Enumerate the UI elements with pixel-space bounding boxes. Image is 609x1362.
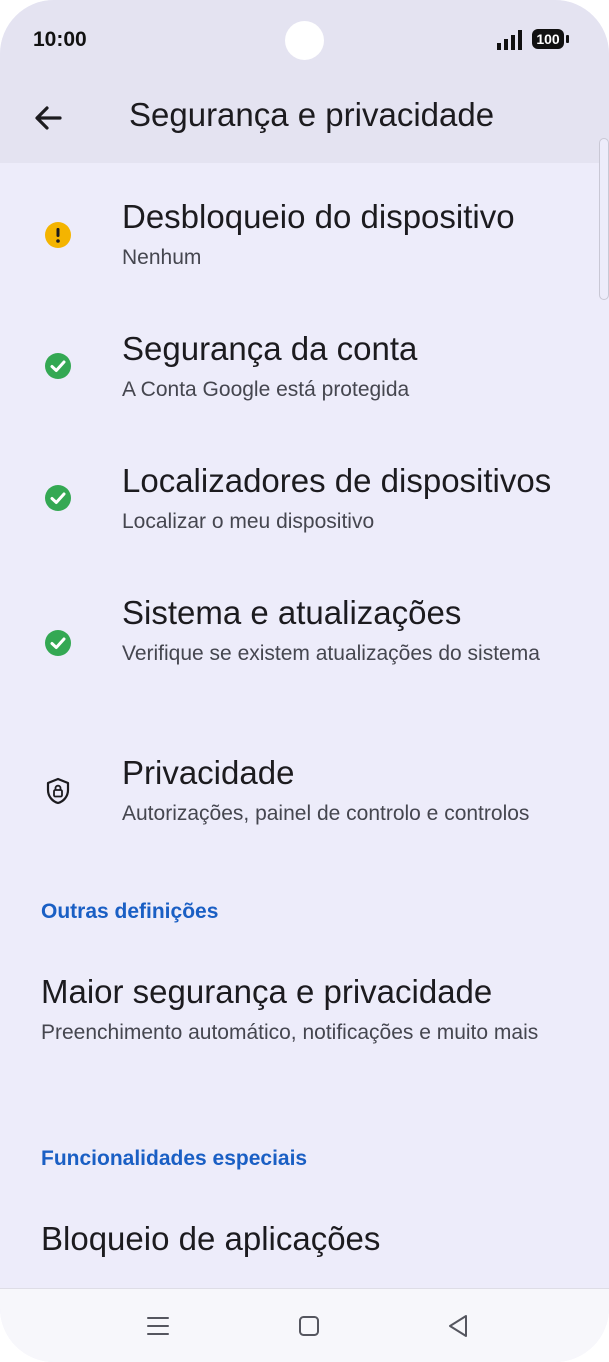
item-title: Desbloqueio do dispositivo	[122, 198, 515, 235]
list-item-account-security[interactable]: Segurança da conta A Conta Google está p…	[0, 325, 609, 435]
home-icon[interactable]	[294, 1311, 324, 1341]
item-title: Localizadores de dispositivos	[122, 462, 552, 499]
item-title: Sistema e atualizações	[122, 594, 462, 631]
back-triangle-icon[interactable]	[444, 1311, 474, 1341]
list-item-app-lock[interactable]: Bloqueio de aplicações	[0, 1212, 609, 1282]
check-icon	[45, 630, 71, 656]
list-item-privacy[interactable]: Privacidade Autorizações, painel de cont…	[0, 749, 609, 859]
app-bar: Segurança e privacidade	[0, 80, 609, 163]
check-icon	[45, 353, 71, 379]
phone-screen: 10:00 100 Segurança e privacidade Desblo…	[0, 0, 609, 1362]
list-item-system-updates[interactable]: Sistema e atualizações Verifique se exis…	[0, 589, 609, 719]
signal-icon	[497, 30, 522, 50]
battery-tip	[566, 35, 569, 43]
item-subtitle: Preenchimento automático, notificações e…	[41, 1021, 539, 1044]
list-item-device-unlock[interactable]: Desbloqueio do dispositivo Nenhum	[0, 193, 609, 303]
check-icon	[45, 485, 71, 511]
battery-icon: 100	[532, 29, 564, 49]
section-header-special-features: Funcionalidades especiais	[41, 1147, 308, 1170]
navigation-bar	[0, 1288, 609, 1362]
item-subtitle: Localizar o meu dispositivo	[122, 510, 375, 533]
battery-level: 100	[536, 31, 560, 47]
item-subtitle: A Conta Google está protegida	[122, 378, 410, 401]
item-title: Bloqueio de aplicações	[41, 1220, 381, 1257]
item-title: Segurança da conta	[122, 330, 418, 367]
item-subtitle: Verifique se existem atualizações do sis…	[122, 642, 540, 665]
page-title: Segurança e privacidade	[129, 96, 495, 133]
item-title: Maior segurança e privacidade	[41, 973, 493, 1010]
status-time: 10:00	[33, 28, 87, 51]
back-arrow-icon[interactable]	[28, 98, 68, 138]
section-header-other-settings: Outras definições	[41, 900, 219, 923]
list-item-device-locators[interactable]: Localizadores de dispositivos Localizar …	[0, 457, 609, 567]
shield-lock-icon	[46, 777, 70, 805]
warning-icon	[45, 222, 71, 248]
item-subtitle: Nenhum	[122, 246, 202, 269]
item-title: Privacidade	[122, 754, 295, 791]
item-subtitle: Autorizações, painel de controlo e contr…	[122, 802, 530, 825]
list-item-more-security-privacy[interactable]: Maior segurança e privacidade Preenchime…	[0, 965, 609, 1085]
status-bar: 10:00 100	[0, 0, 609, 80]
front-camera	[285, 21, 324, 60]
menu-icon[interactable]	[143, 1311, 173, 1341]
